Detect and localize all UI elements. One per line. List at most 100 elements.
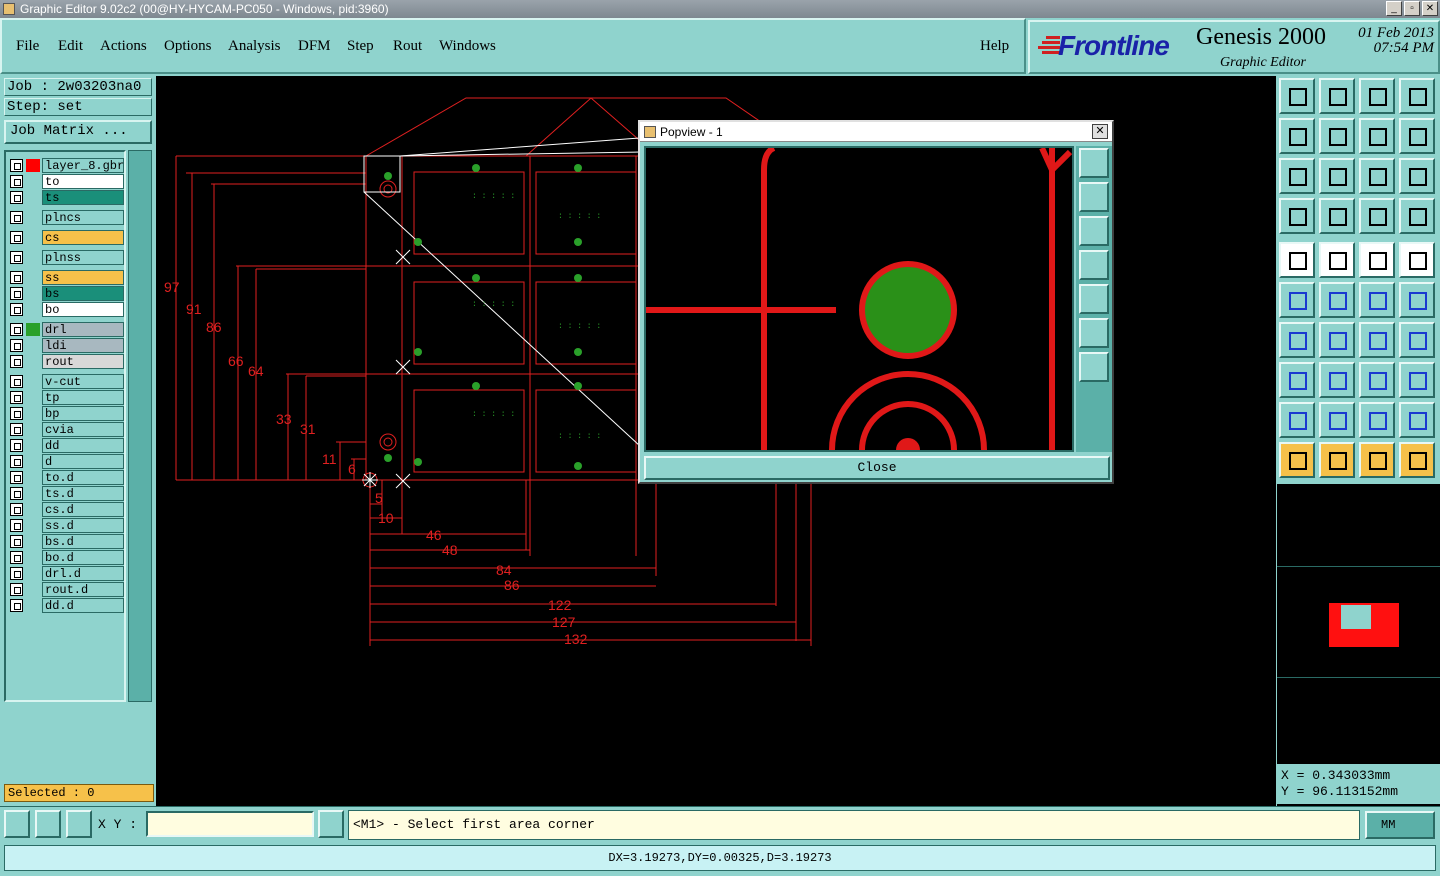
layer-name[interactable]: cs — [42, 230, 124, 245]
popview-pan-up-icon[interactable] — [1079, 182, 1109, 212]
layer-name[interactable]: drl — [42, 322, 124, 337]
move-right-icon[interactable] — [1319, 118, 1355, 154]
layer-row[interactable]: bs — [8, 286, 124, 301]
help-icon[interactable] — [1399, 158, 1435, 194]
menu-options[interactable]: Options — [164, 38, 212, 55]
navigator-overview[interactable] — [1277, 566, 1440, 678]
layer-row[interactable]: drl.d — [8, 566, 124, 581]
xy-input[interactable] — [146, 811, 314, 837]
layer-name[interactable]: ss.d — [42, 518, 124, 533]
window-icon[interactable] — [1399, 78, 1435, 114]
layer-name[interactable]: layer_8.gbr — [42, 158, 124, 173]
dash-icon[interactable] — [1319, 362, 1355, 398]
add-line-icon[interactable] — [1319, 242, 1355, 278]
layer-checkbox[interactable] — [10, 231, 23, 244]
layer-name[interactable]: to.d — [42, 470, 124, 485]
maximize-button[interactable]: ▫ — [1404, 1, 1420, 16]
layer-checkbox[interactable] — [10, 519, 23, 532]
route-icon[interactable] — [1399, 442, 1435, 478]
menu-actions[interactable]: Actions — [100, 38, 147, 55]
triangle-icon[interactable] — [1279, 402, 1315, 438]
mirror-icon[interactable] — [1359, 118, 1395, 154]
layer-name[interactable]: bo — [42, 302, 124, 317]
layer-row[interactable]: dd — [8, 438, 124, 453]
layer-name[interactable]: plncs — [42, 210, 124, 225]
move-up-icon[interactable] — [1279, 78, 1315, 114]
layer-row[interactable]: bo — [8, 302, 124, 317]
layer-row[interactable]: rout — [8, 354, 124, 369]
layer-checkbox[interactable] — [10, 355, 23, 368]
triangle-fill-icon[interactable] — [1399, 402, 1435, 438]
line-pair-icon[interactable] — [1399, 282, 1435, 318]
layer-row[interactable]: cvia — [8, 422, 124, 437]
layer-name[interactable]: cvia — [42, 422, 124, 437]
layer-row[interactable]: ss.d — [8, 518, 124, 533]
layer-checkbox[interactable] — [10, 175, 23, 188]
layer-checkbox[interactable] — [10, 303, 23, 316]
layer-checkbox[interactable] — [10, 339, 23, 352]
layer-name[interactable]: dd.d — [42, 598, 124, 613]
popview-zoom-fit-icon[interactable] — [1079, 148, 1109, 178]
layer-checkbox[interactable] — [10, 567, 23, 580]
pad-select-icon[interactable] — [1279, 362, 1315, 398]
scale-1-2-icon[interactable] — [1359, 158, 1395, 194]
layer-checkbox[interactable] — [10, 503, 23, 516]
layer-row[interactable]: ss — [8, 270, 124, 285]
layer-checkbox[interactable] — [10, 551, 23, 564]
layer-checkbox[interactable] — [10, 271, 23, 284]
cross-icon[interactable] — [1319, 282, 1355, 318]
layer-name[interactable]: bp — [42, 406, 124, 421]
menu-edit[interactable]: Edit — [58, 38, 83, 55]
rotate-icon[interactable] — [1399, 118, 1435, 154]
menu-rout[interactable]: Rout — [393, 38, 422, 55]
layer-name[interactable]: v-cut — [42, 374, 124, 389]
layer-row[interactable]: bp — [8, 406, 124, 421]
measure-icon[interactable] — [35, 810, 61, 838]
info-icon[interactable] — [318, 810, 344, 838]
layer-row[interactable]: bo.d — [8, 550, 124, 565]
menu-step[interactable]: Step — [347, 38, 374, 55]
layer-checkbox[interactable] — [10, 423, 23, 436]
pointer-icon[interactable] — [1279, 442, 1315, 478]
layer-checkbox[interactable] — [10, 583, 23, 596]
layer-name[interactable]: ss — [42, 270, 124, 285]
connect-icon[interactable] — [1279, 282, 1315, 318]
select-poly-icon[interactable] — [1359, 442, 1395, 478]
layer-checkbox[interactable] — [10, 323, 23, 336]
net-red-icon[interactable] — [1359, 198, 1395, 234]
layer-row[interactable]: drl — [8, 322, 124, 337]
layer-row[interactable]: tp — [8, 390, 124, 405]
layer-row[interactable]: cs.d — [8, 502, 124, 517]
layer-name[interactable]: ts.d — [42, 486, 124, 501]
layer-row[interactable]: layer_8.gbr — [8, 158, 124, 173]
triangle-a-icon[interactable] — [1359, 402, 1395, 438]
menu-dfm[interactable]: DFM — [298, 38, 331, 55]
unit-select[interactable]: MM — [1365, 811, 1435, 839]
menu-windows[interactable]: Windows — [439, 38, 496, 55]
layer-row[interactable]: to.d — [8, 470, 124, 485]
layer-row[interactable]: bs.d — [8, 534, 124, 549]
snap-icon[interactable] — [4, 810, 30, 838]
popview-close-icon[interactable]: ✕ — [1092, 124, 1108, 139]
popview-close-button[interactable]: Close — [644, 456, 1110, 480]
layer-checkbox[interactable] — [10, 287, 23, 300]
layer-row[interactable]: v-cut — [8, 374, 124, 389]
cut-icon[interactable] — [1319, 322, 1355, 358]
menu-file[interactable]: File — [16, 38, 39, 55]
layer-checkbox[interactable] — [10, 391, 23, 404]
layer-row[interactable]: to — [8, 174, 124, 189]
layer-checkbox[interactable] — [10, 375, 23, 388]
minimize-button[interactable]: _ — [1386, 1, 1402, 16]
snap-circle-icon[interactable] — [1399, 362, 1435, 398]
layer-name[interactable]: bs — [42, 286, 124, 301]
ruler-icon[interactable] — [1359, 242, 1395, 278]
layer-row[interactable]: dd.d — [8, 598, 124, 613]
layer-row[interactable]: plncs — [8, 210, 124, 225]
layer-name[interactable]: plnss — [42, 250, 124, 265]
layer-checkbox[interactable] — [10, 471, 23, 484]
curve-icon[interactable] — [1359, 322, 1395, 358]
net-split-icon[interactable] — [1399, 198, 1435, 234]
layer-name[interactable]: drl.d — [42, 566, 124, 581]
dot-icon[interactable] — [1399, 242, 1435, 278]
popview-zoom-out-icon[interactable] — [1079, 352, 1109, 382]
